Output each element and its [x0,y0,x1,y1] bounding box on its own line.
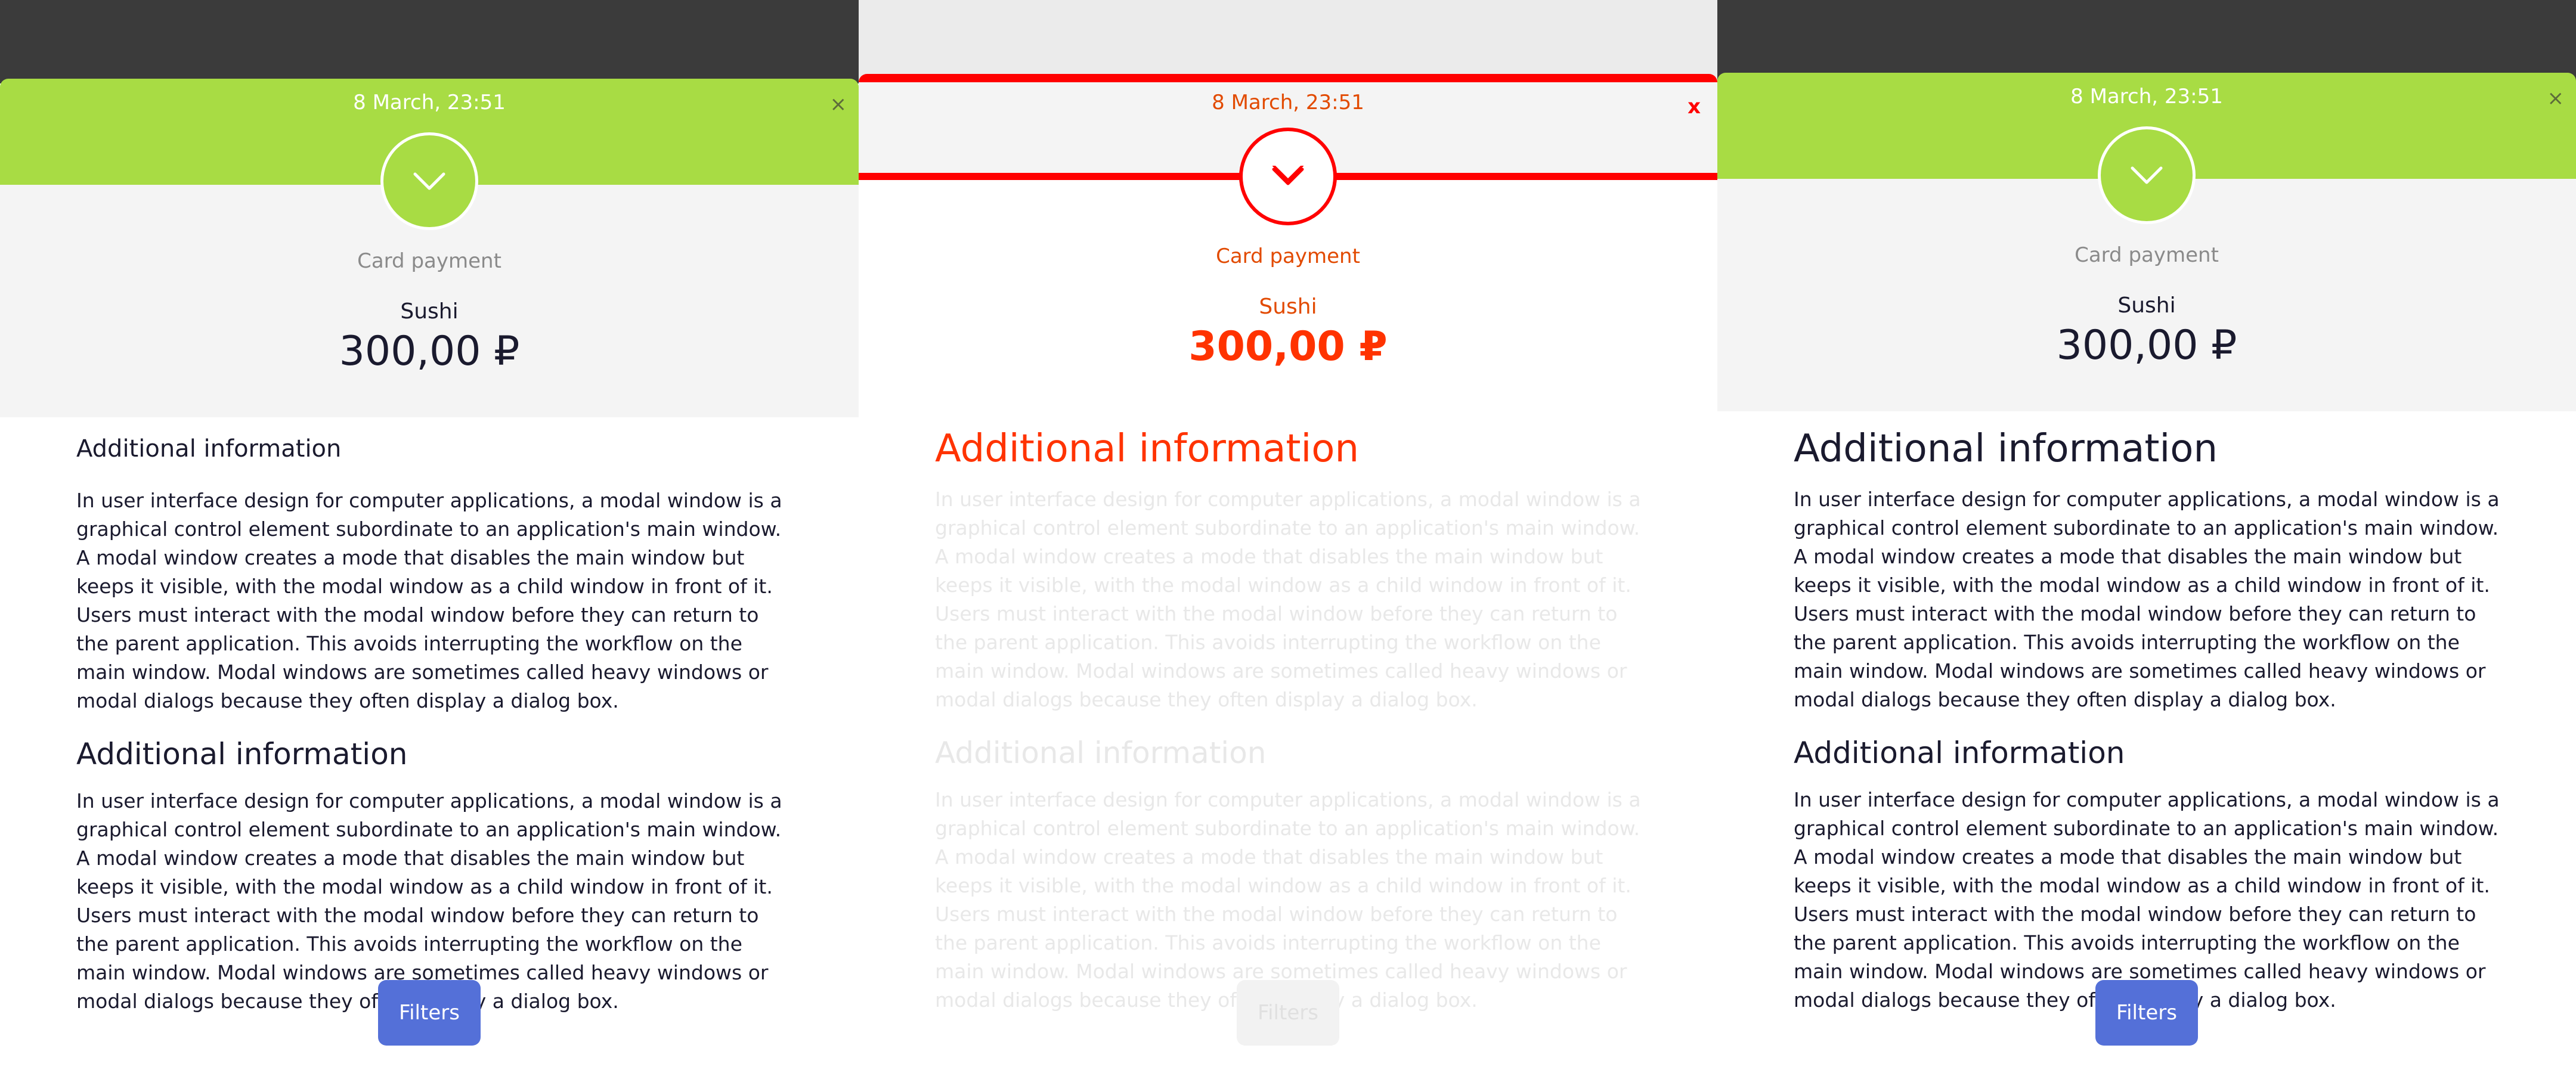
payment-modal: 8 March, 23:51 × Card payment Sushi 300,… [0,79,859,417]
chevron-down-icon [413,172,445,190]
product-name: Sushi [400,299,459,324]
payment-modal: 8 March, 23:51 x Card payment Sushi 300,… [859,74,1717,413]
expand-button[interactable] [2098,126,2196,224]
background-overlay [0,0,859,83]
close-icon[interactable]: x [1688,97,1701,117]
section-heading: Additional information [1794,736,2125,770]
screen-original: 8 March, 23:51 × Card payment Sushi 300,… [0,0,859,1073]
details-section: Additional information In user interface… [76,435,782,1016]
payment-modal: 8 March, 23:51 × Card payment Sushi 300,… [1717,73,2576,411]
section-paragraph: In user interface design for computer ap… [1794,488,2500,711]
section-heading: Additional information [935,736,1267,770]
payment-date: 8 March, 23:51 [353,91,506,114]
background-overlay [1717,0,2576,83]
payment-date: 8 March, 23:51 [1212,91,1364,114]
payment-method: Card payment [1216,244,1360,268]
screen-diff: 8 March, 23:51 x Card payment Sushi 300,… [859,0,1717,1073]
payment-date: 8 March, 23:51 [2070,85,2223,108]
screen-updated: 8 March, 23:51 × Card payment Sushi 300,… [1717,0,2576,1073]
details-section: Additional information In user interface… [1794,427,2500,1015]
product-name: Sushi [1259,294,1317,319]
section-paragraph: In user interface design for computer ap… [76,489,782,712]
product-name: Sushi [2117,293,2176,318]
section-heading: Additional information [935,427,1359,471]
section-paragraph: In user interface design for computer ap… [935,488,1641,711]
filters-button[interactable]: Filters [2095,980,2198,1046]
payment-amount: 300,00 ₽ [1188,323,1388,370]
close-icon[interactable]: × [830,94,847,114]
payment-amount: 300,00 ₽ [2056,322,2237,369]
section-heading: Additional information [1794,427,2218,471]
payment-method: Card payment [357,249,501,273]
expand-button[interactable] [380,132,478,230]
filters-button[interactable]: Filters [378,980,481,1046]
chevron-down-icon [2131,166,2163,184]
background-overlay [859,0,1717,83]
section-heading: Additional information [76,737,408,771]
expand-button[interactable] [1239,128,1337,225]
filters-button[interactable]: Filters [1237,980,1339,1046]
chevron-down-icon [1272,166,1304,185]
section-heading: Additional information [76,435,342,463]
payment-method: Card payment [2075,243,2219,267]
close-icon[interactable]: × [2547,88,2565,108]
payment-amount: 300,00 ₽ [339,328,520,375]
details-section: Additional information In user interface… [935,427,1641,1015]
